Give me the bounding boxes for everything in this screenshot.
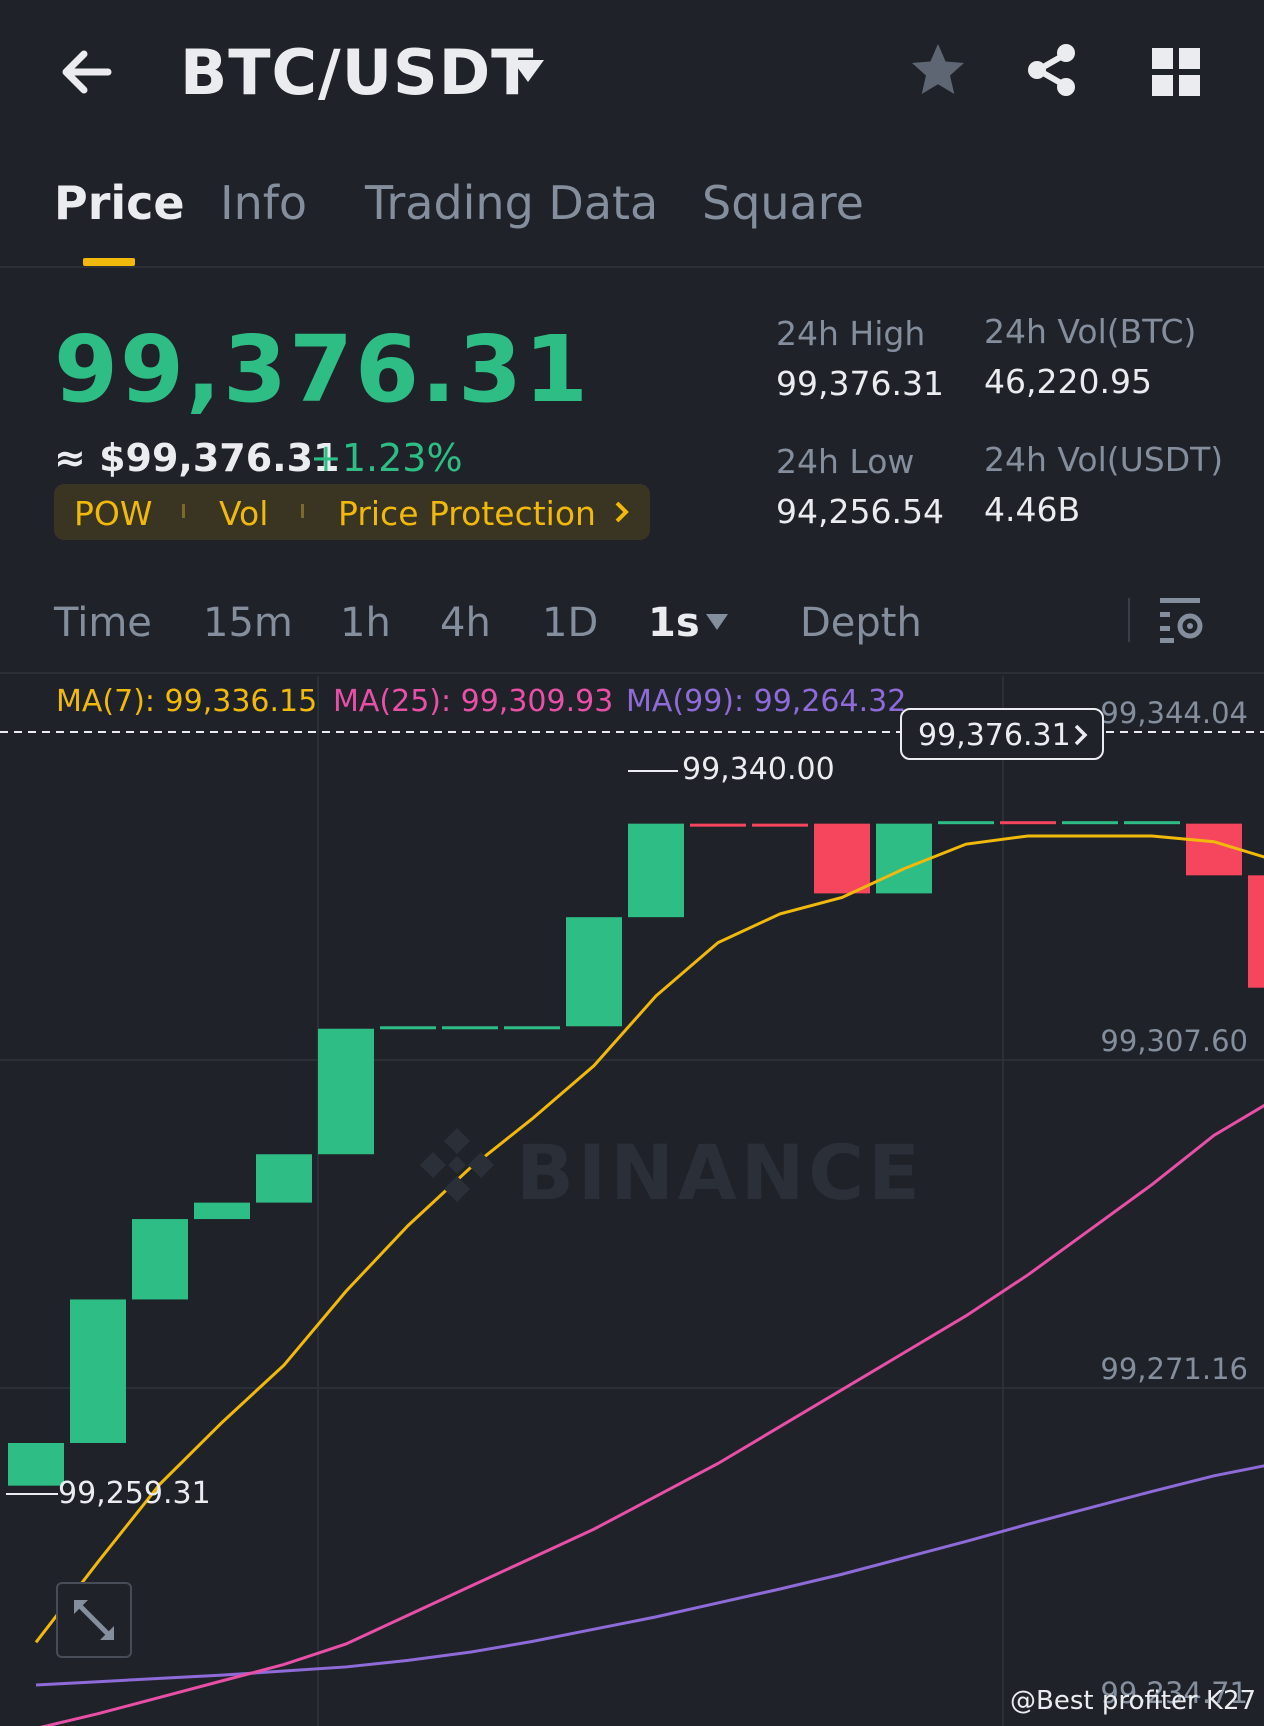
tag-price-protection[interactable]: Price Protection — [338, 494, 596, 533]
candle — [256, 1154, 312, 1203]
tag-separator — [182, 504, 185, 518]
stat-24h-high-label: 24h High — [776, 314, 926, 353]
y-tick-label: 99,307.60 — [1100, 1024, 1248, 1058]
candle — [876, 823, 932, 894]
candle — [814, 823, 870, 894]
interval-1s[interactable]: 1s — [648, 600, 700, 646]
ma-lines — [34, 834, 1264, 1726]
candle — [1000, 821, 1056, 825]
top-bar: BTC/USDT — [0, 0, 1264, 150]
candle — [8, 1442, 64, 1486]
divider — [0, 266, 1264, 268]
stat-24h-vol-usdt-label: 24h Vol(USDT) — [984, 440, 1224, 479]
y-tick-label: 99,344.04 — [1100, 696, 1248, 730]
star-icon[interactable] — [908, 40, 968, 100]
change-percent: +1.23% — [310, 436, 463, 480]
interval-time[interactable]: Time — [54, 600, 152, 646]
tag-vol[interactable]: Vol — [219, 494, 268, 533]
interval-15m[interactable]: 15m — [203, 600, 293, 646]
candle — [566, 917, 622, 1027]
chevron-right-icon — [1074, 724, 1088, 746]
candle — [194, 1202, 250, 1220]
tab-info[interactable]: Info — [220, 176, 307, 230]
tab-square[interactable]: Square — [702, 176, 864, 230]
credit-text: @Best profiter K27 — [1010, 1686, 1257, 1716]
last-price: 99,376.31 — [54, 316, 590, 423]
ma7-line — [34, 834, 1264, 1644]
share-icon[interactable] — [1022, 40, 1082, 100]
candle — [380, 1026, 436, 1030]
caret-down-icon[interactable] — [508, 56, 548, 86]
fullscreen-button[interactable] — [56, 1582, 132, 1658]
interval-1d[interactable]: 1D — [542, 600, 598, 646]
binance-logo-icon — [420, 1128, 494, 1202]
candle — [132, 1219, 188, 1300]
interval-depth[interactable]: Depth — [800, 600, 922, 646]
active-tab-indicator — [83, 258, 135, 266]
interval-4h[interactable]: 4h — [440, 600, 491, 646]
candle — [1248, 875, 1264, 988]
high-marker-label: 99,340.00 — [682, 752, 835, 787]
tag-bar[interactable]: POW Vol Price Protection — [54, 484, 650, 540]
candle — [1124, 821, 1180, 825]
candle — [70, 1299, 126, 1443]
interval-1h[interactable]: 1h — [340, 600, 391, 646]
last-price-flag[interactable]: 99,376.31 — [900, 708, 1104, 760]
tab-price[interactable]: Price — [54, 176, 185, 230]
chart-settings-icon[interactable] — [1160, 596, 1204, 644]
candle — [318, 1028, 374, 1155]
candle — [1062, 821, 1118, 825]
stat-24h-vol-usdt-value: 4.46B — [984, 490, 1081, 529]
last-price-flag-value: 99,376.31 — [918, 718, 1071, 753]
caret-down-icon[interactable] — [704, 612, 730, 632]
stat-24h-low-label: 24h Low — [776, 442, 915, 481]
tag-separator — [301, 504, 304, 518]
low-marker-label: 99,259.31 — [58, 1476, 211, 1511]
approx-usd-price: ≈ $99,376.31 — [54, 436, 340, 480]
ma99-line — [35, 1464, 1264, 1687]
candle — [938, 821, 994, 825]
expand-icon — [74, 1600, 114, 1640]
stat-24h-low-value: 94,256.54 — [776, 492, 944, 531]
divider — [0, 672, 1264, 674]
candle — [442, 1026, 498, 1030]
y-tick-label: 99,271.16 — [1100, 1352, 1248, 1386]
chevron-right-icon — [615, 501, 629, 523]
candle — [628, 823, 684, 918]
watermark: BINANCE — [516, 1128, 924, 1217]
stat-24h-vol-btc-label: 24h Vol(BTC) — [984, 312, 1197, 351]
stat-24h-high-value: 99,376.31 — [776, 364, 944, 403]
divider — [1128, 598, 1130, 642]
grid-icon[interactable] — [1148, 44, 1204, 100]
back-arrow-icon[interactable] — [56, 40, 120, 104]
candle — [752, 823, 808, 827]
tag-pow[interactable]: POW — [74, 494, 153, 533]
candle — [1186, 823, 1242, 876]
candle — [504, 1026, 560, 1030]
tab-trading-data[interactable]: Trading Data — [365, 176, 658, 230]
stat-24h-vol-btc-value: 46,220.95 — [984, 362, 1152, 401]
pair-title[interactable]: BTC/USDT — [180, 36, 534, 109]
candle — [690, 823, 746, 827]
